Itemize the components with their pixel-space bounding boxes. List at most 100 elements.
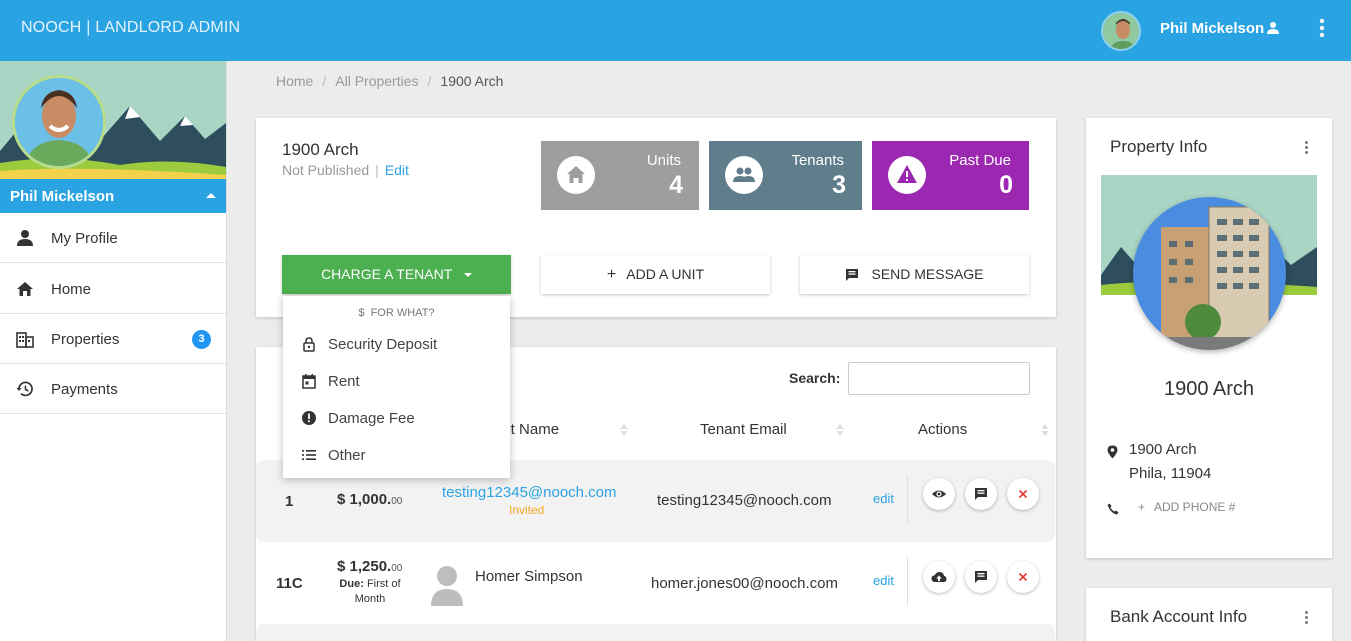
sidebar-user-name: Phil Mickelson xyxy=(10,188,115,205)
divider xyxy=(907,557,908,605)
sidebar-item-payments[interactable]: Payments xyxy=(0,364,226,414)
sidebar-item-home[interactable]: Home xyxy=(0,264,226,314)
property-photo[interactable] xyxy=(1133,197,1286,350)
caret-down-icon xyxy=(463,273,472,278)
tenant-avatar-placeholder xyxy=(428,562,466,606)
add-phone-button[interactable]: + ADD PHONE # xyxy=(1138,500,1235,514)
menu-item-label: Other xyxy=(328,447,366,464)
menu-item-damage-fee[interactable]: Damage Fee xyxy=(283,399,510,436)
breadcrumb-separator: / xyxy=(427,73,432,89)
stat-label: Past Due xyxy=(949,152,1011,169)
remove-button[interactable] xyxy=(1007,478,1039,510)
upload-button[interactable] xyxy=(923,561,955,593)
message-icon xyxy=(975,488,987,500)
sort-icon[interactable] xyxy=(620,423,628,437)
warning-icon xyxy=(888,156,926,194)
menu-item-security-deposit[interactable]: Security Deposit xyxy=(283,325,510,362)
view-button[interactable] xyxy=(923,478,955,510)
stat-past-due[interactable]: Past Due 0 xyxy=(872,141,1029,210)
status-badge: Invited xyxy=(509,503,545,517)
tenant-email: homer.jones00@nooch.com xyxy=(651,575,839,592)
user-name[interactable]: Phil Mickelson xyxy=(1160,20,1264,37)
rent-amount: $ 1,000.00 xyxy=(337,491,403,508)
search-input[interactable] xyxy=(848,362,1030,395)
people-icon xyxy=(725,156,763,194)
stat-label: Units xyxy=(646,152,681,169)
send-message-label: SEND MESSAGE xyxy=(871,266,984,282)
more-vert-icon[interactable] xyxy=(1305,611,1309,626)
top-bar: NOOCH | LANDLORD ADMIN Phil Mickelson xyxy=(0,0,1351,61)
plus-icon: + xyxy=(1138,500,1146,514)
property-info-name: 1900 Arch xyxy=(1163,378,1255,400)
breadcrumb-current: 1900 Arch xyxy=(440,73,504,89)
stat-units[interactable]: Units 4 xyxy=(541,141,699,210)
avatar[interactable] xyxy=(12,75,106,169)
history-icon xyxy=(16,380,34,398)
cloud-upload-icon xyxy=(931,572,947,582)
message-button[interactable] xyxy=(965,561,997,593)
remove-button[interactable] xyxy=(1007,561,1039,593)
sidebar: Phil Mickelson My Profile Home Propertie… xyxy=(0,61,227,641)
user-menu-toggle[interactable]: Phil Mickelson xyxy=(0,179,226,213)
brand-title[interactable]: NOOCH | LANDLORD ADMIN xyxy=(21,19,240,37)
menu-item-label: Rent xyxy=(328,373,360,390)
sidebar-item-label: Payments xyxy=(51,381,118,398)
address-line-2: Phila, 11904 xyxy=(1129,465,1212,482)
edit-property-link[interactable]: Edit xyxy=(385,162,409,178)
stat-label: Tenants xyxy=(791,152,844,169)
rent-due-note: Due: First of Month xyxy=(339,578,401,605)
lock-icon xyxy=(301,336,317,352)
menu-item-label: Security Deposit xyxy=(328,336,438,353)
sidebar-item-label: Home xyxy=(51,281,92,298)
divider xyxy=(907,475,908,523)
sort-icon[interactable] xyxy=(836,423,844,437)
stat-value: 3 xyxy=(832,171,846,199)
stat-value: 4 xyxy=(669,171,683,199)
publish-status: Not Published xyxy=(282,162,370,178)
more-vert-icon[interactable] xyxy=(1305,141,1309,156)
sidebar-item-my-profile[interactable]: My Profile xyxy=(0,213,226,263)
unit-number: 1 xyxy=(285,493,294,510)
avatar[interactable] xyxy=(1101,11,1141,51)
edit-row-link[interactable]: edit xyxy=(873,573,894,588)
property-status-line: Not Published | Edit xyxy=(282,162,409,178)
profile-banner xyxy=(0,61,226,179)
unit-number: 11C xyxy=(276,575,303,592)
sort-icon[interactable] xyxy=(1041,423,1049,437)
add-unit-button[interactable]: + ADD A UNIT xyxy=(541,255,770,294)
rent-amount: $ 1,250.00 xyxy=(337,558,403,575)
person-icon xyxy=(16,229,34,247)
breadcrumb-home[interactable]: Home xyxy=(276,73,313,89)
menu-item-rent[interactable]: Rent xyxy=(283,362,510,399)
send-message-button[interactable]: SEND MESSAGE xyxy=(800,255,1029,294)
column-header-tenant-email[interactable]: Tenant Email xyxy=(700,421,787,438)
more-vert-icon[interactable] xyxy=(1319,18,1325,43)
bank-account-title: Bank Account Info xyxy=(1110,607,1248,626)
message-button[interactable] xyxy=(965,478,997,510)
breadcrumb-all-properties[interactable]: All Properties xyxy=(335,73,418,89)
menu-item-other[interactable]: Other xyxy=(283,436,510,473)
column-header-actions[interactable]: Actions xyxy=(918,421,967,438)
property-info-title: Property Info xyxy=(1110,137,1208,156)
stat-tenants[interactable]: Tenants 3 xyxy=(709,141,862,210)
charge-tenant-button[interactable]: CHARGE A TENANT xyxy=(282,255,511,294)
location-icon xyxy=(1107,445,1118,464)
charge-type-menu: $ FOR WHAT? Security Deposit Rent Damage … xyxy=(283,296,510,478)
home-icon xyxy=(16,280,34,298)
edit-row-link[interactable]: edit xyxy=(873,491,894,506)
sidebar-item-properties[interactable]: Properties 3 xyxy=(0,314,226,364)
breadcrumb: Home / All Properties / 1900 Arch xyxy=(276,73,503,89)
phone-icon xyxy=(1107,502,1119,520)
close-icon xyxy=(1018,572,1028,582)
menu-item-label: Damage Fee xyxy=(328,410,415,427)
tenant-name[interactable]: Homer Simpson xyxy=(475,568,583,585)
message-icon xyxy=(975,571,987,583)
tenant-email-link[interactable]: testing12345@nooch.com xyxy=(442,484,617,501)
person-icon[interactable] xyxy=(1266,21,1280,40)
search-label: Search: xyxy=(789,370,841,386)
table-row[interactable] xyxy=(256,624,1055,641)
properties-count-badge: 3 xyxy=(192,330,211,349)
charge-tenant-label: CHARGE A TENANT xyxy=(321,266,453,282)
building-icon xyxy=(16,330,34,348)
message-icon xyxy=(845,268,859,282)
